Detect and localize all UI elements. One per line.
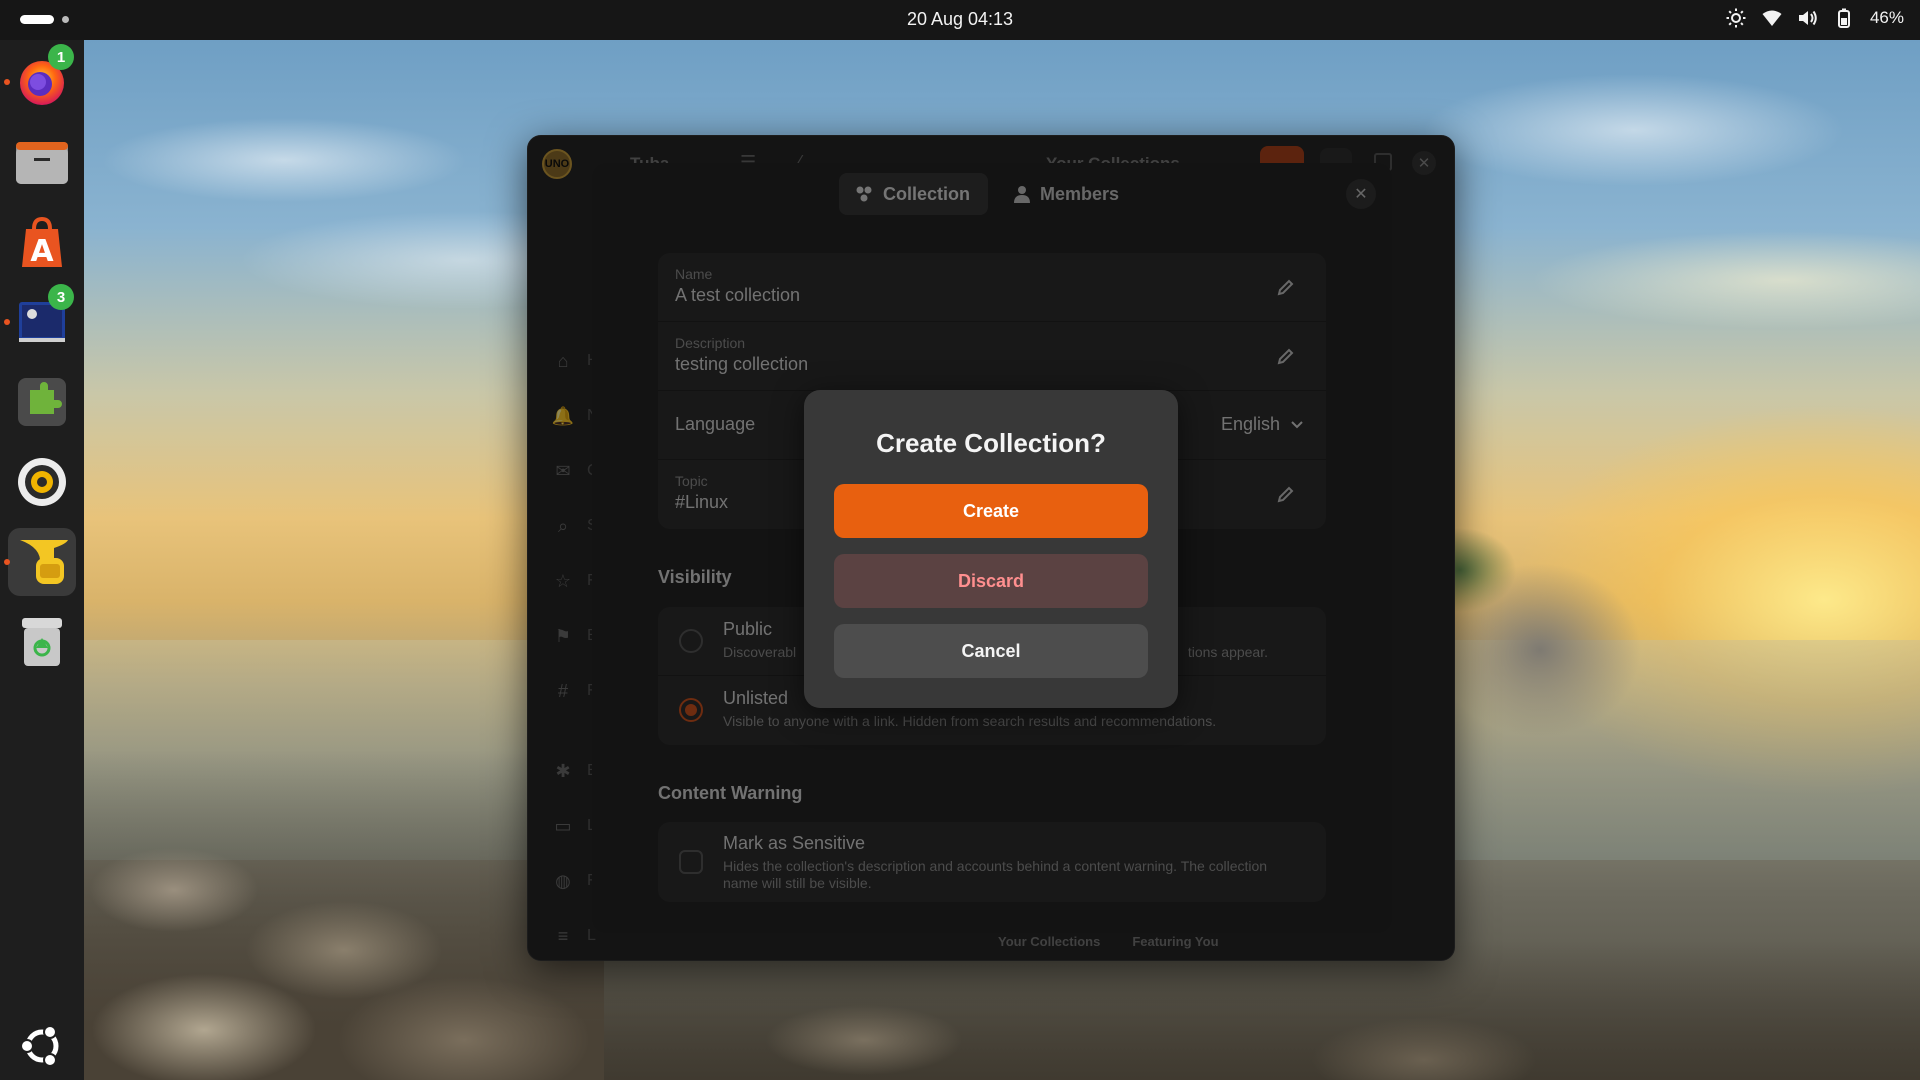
app-center-icon: A	[22, 216, 62, 269]
tuba-icon	[20, 540, 68, 584]
svg-text:A: A	[30, 234, 54, 269]
battery-icon	[1834, 8, 1854, 28]
top-bar: 20 Aug 04:13 46%	[0, 0, 1920, 40]
system-tray[interactable]: 46%	[1726, 8, 1904, 28]
trash-icon	[22, 618, 62, 666]
dock: 1 A 3	[0, 40, 84, 1080]
puzzle-icon	[18, 378, 66, 426]
speaker-icon	[18, 458, 66, 506]
dock-extensions[interactable]	[8, 368, 76, 436]
notification-badge: 1	[48, 44, 74, 70]
create-collection-dialog: Create Collection? Create Discard Cancel	[804, 390, 1178, 708]
dock-rhythmbox[interactable]	[8, 448, 76, 516]
running-indicator	[4, 79, 10, 85]
clock[interactable]: 20 Aug 04:13	[907, 9, 1013, 29]
dock-terminal-app[interactable]: 3	[4, 284, 76, 356]
volume-icon	[1798, 8, 1818, 28]
running-indicator	[4, 559, 10, 565]
activities-indicator[interactable]	[20, 15, 69, 24]
create-button[interactable]: Create	[834, 484, 1148, 538]
discard-button[interactable]: Discard	[834, 554, 1148, 608]
workspace-active-pill	[20, 15, 54, 24]
battery-percentage: 46%	[1869, 8, 1904, 27]
running-indicator	[4, 319, 10, 325]
dock-app-center[interactable]: A	[8, 208, 76, 276]
show-apps-button[interactable]	[8, 1012, 76, 1080]
dock-files[interactable]	[8, 128, 76, 196]
cancel-button[interactable]: Cancel	[834, 624, 1148, 678]
wallpaper-rocks-bottom	[604, 940, 1920, 1080]
dock-tuba[interactable]	[4, 528, 76, 596]
ubuntu-logo-icon	[20, 1025, 59, 1067]
files-icon	[16, 142, 68, 184]
wifi-icon	[1762, 8, 1782, 28]
notification-badge: 3	[48, 284, 74, 310]
dock-trash[interactable]	[8, 608, 76, 676]
brightness-icon	[1726, 8, 1746, 28]
dock-firefox[interactable]: 1	[4, 44, 76, 116]
workspace-dot	[62, 16, 69, 23]
wallpaper-rocks-left	[84, 750, 604, 1080]
dialog-title: Create Collection?	[876, 428, 1106, 458]
